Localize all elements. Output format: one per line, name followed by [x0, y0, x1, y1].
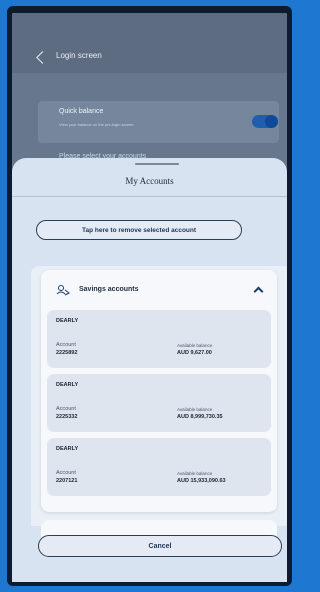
sheet-title: My Accounts — [125, 176, 174, 186]
cancel-button-label: Cancel — [148, 542, 172, 550]
account-name: DEARLY — [56, 382, 79, 388]
account-card[interactable]: DEARLY Account 2225892 Available balance… — [47, 310, 271, 368]
savings-icon — [56, 285, 70, 296]
balance-label: Available balance — [177, 407, 213, 412]
account-label: Account — [56, 470, 76, 476]
balance-value: AUD 9,627.00 — [177, 350, 212, 356]
savings-group-label: Savings accounts — [79, 286, 139, 293]
quick-balance-toggle[interactable] — [252, 115, 278, 128]
account-number: 2225332 — [56, 414, 78, 420]
background-header — [12, 13, 287, 73]
savings-accounts-group: Savings accounts DEARLY Account 2225892 … — [41, 270, 277, 512]
balance-label: Available balance — [177, 471, 213, 476]
remove-account-button[interactable]: Tap here to remove selected account — [36, 220, 242, 240]
account-name: DEARLY — [56, 446, 79, 452]
chevron-up-icon[interactable] — [253, 286, 264, 297]
my-accounts-sheet: My Accounts Tap here to remove selected … — [12, 158, 287, 582]
account-label: Account — [56, 406, 76, 412]
account-name: DEARLY — [56, 318, 79, 324]
accounts-scroll-panel[interactable]: Savings accounts DEARLY Account 2225892 … — [31, 266, 287, 540]
account-number: 2207121 — [56, 478, 78, 484]
savings-group-header[interactable]: Savings accounts — [41, 270, 277, 308]
balance-label: Available balance — [177, 343, 213, 348]
account-number: 2225892 — [56, 350, 78, 356]
account-card[interactable]: DEARLY Account 2225332 Available balance… — [47, 374, 271, 432]
toggle-knob — [265, 115, 278, 128]
quick-balance-description: View your balance on the pre-login scree… — [59, 122, 134, 127]
background-page-title: Login screen — [56, 51, 102, 60]
quick-balance-label: Quick balance — [59, 108, 104, 115]
balance-value: AUD 15,933,090.63 — [177, 478, 226, 484]
account-card[interactable]: DEARLY Account 2207121 Available balance… — [47, 438, 271, 496]
cancel-button[interactable]: Cancel — [38, 535, 282, 557]
account-label: Account — [56, 342, 76, 348]
sheet-divider — [12, 196, 287, 197]
balance-value: AUD 8,999,730.35 — [177, 414, 223, 420]
sheet-grabber[interactable] — [135, 163, 179, 165]
remove-account-button-label: Tap here to remove selected account — [81, 226, 197, 234]
